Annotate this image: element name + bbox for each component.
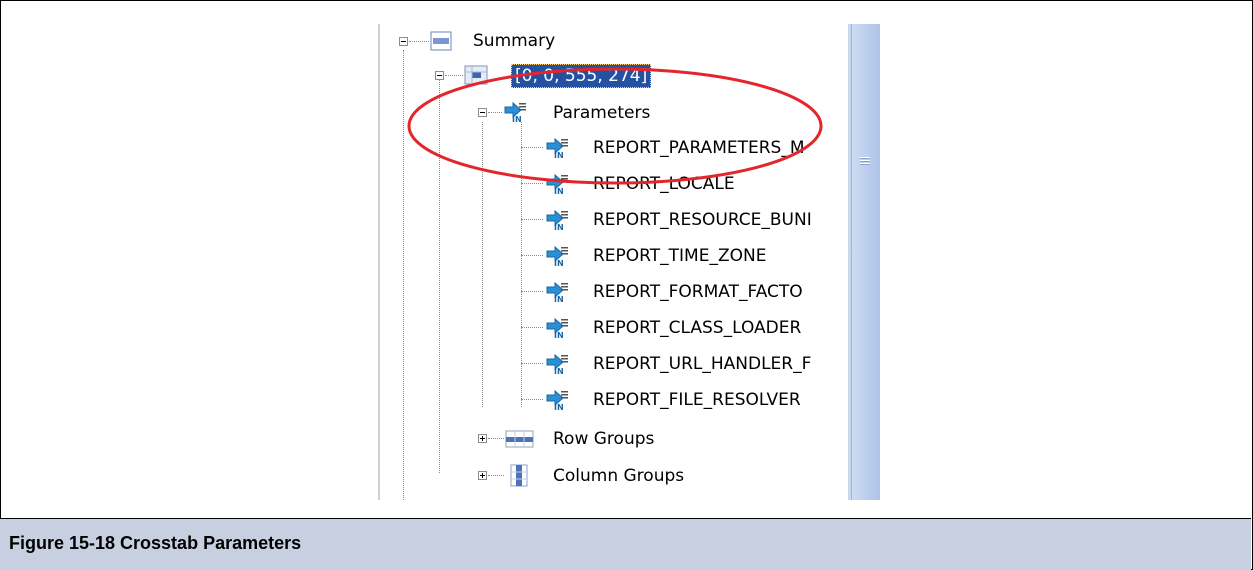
tree-line xyxy=(521,363,543,364)
tree-node-parameter[interactable]: REPORT_FILE_RESOLVER xyxy=(593,389,801,411)
column-groups-icon xyxy=(510,464,528,487)
tree-line xyxy=(521,327,543,328)
tree-node-parameter[interactable]: REPORT_RESOURCE_BUNI xyxy=(593,209,812,231)
svg-text:IN: IN xyxy=(554,367,564,375)
tree-node-column-groups[interactable]: Column Groups xyxy=(553,465,684,487)
summary-band-icon xyxy=(430,31,452,51)
highlight-ellipse xyxy=(407,67,823,185)
tree-node-parameter[interactable]: REPORT_TIME_ZONE xyxy=(593,245,766,267)
figure-caption-bar: Figure 15-18 Crosstab Parameters xyxy=(0,518,1251,570)
expand-toggle[interactable] xyxy=(478,434,487,443)
tree-line xyxy=(403,50,404,500)
parameter-icon: IN xyxy=(546,209,568,231)
tree-node-parameter[interactable]: REPORT_CLASS_LOADER xyxy=(593,317,801,339)
tree-node-parameter[interactable]: REPORT_URL_HANDLER_F xyxy=(593,353,811,375)
parameter-icon: IN xyxy=(546,245,568,267)
tree-line xyxy=(521,399,543,400)
scrollbar-thumb[interactable] xyxy=(851,24,880,500)
svg-text:IN: IN xyxy=(554,295,564,303)
tree-line xyxy=(488,438,504,439)
tree-node-row-groups[interactable]: Row Groups xyxy=(553,428,654,450)
tree-line xyxy=(521,291,543,292)
svg-text:IN: IN xyxy=(554,331,564,339)
tree-node-summary[interactable]: Summary xyxy=(473,30,555,52)
figure-caption: Figure 15-18 Crosstab Parameters xyxy=(9,533,302,553)
svg-text:IN: IN xyxy=(554,187,564,195)
tree-line xyxy=(521,255,543,256)
tree-line xyxy=(488,475,504,476)
expand-toggle[interactable] xyxy=(478,471,487,480)
svg-text:IN: IN xyxy=(554,223,564,231)
tree-line xyxy=(521,219,543,220)
svg-text:IN: IN xyxy=(554,403,564,411)
row-groups-icon xyxy=(505,430,534,448)
tree-line xyxy=(409,41,429,42)
collapse-toggle[interactable] xyxy=(399,37,408,46)
svg-text:IN: IN xyxy=(554,259,564,267)
tree-node-parameter[interactable]: REPORT_FORMAT_FACTO xyxy=(593,281,803,303)
parameter-icon: IN xyxy=(546,281,568,303)
parameter-icon: IN xyxy=(546,389,568,411)
scrollbar-grip xyxy=(860,157,870,169)
parameter-icon: IN xyxy=(546,317,568,339)
parameter-icon: IN xyxy=(546,353,568,375)
